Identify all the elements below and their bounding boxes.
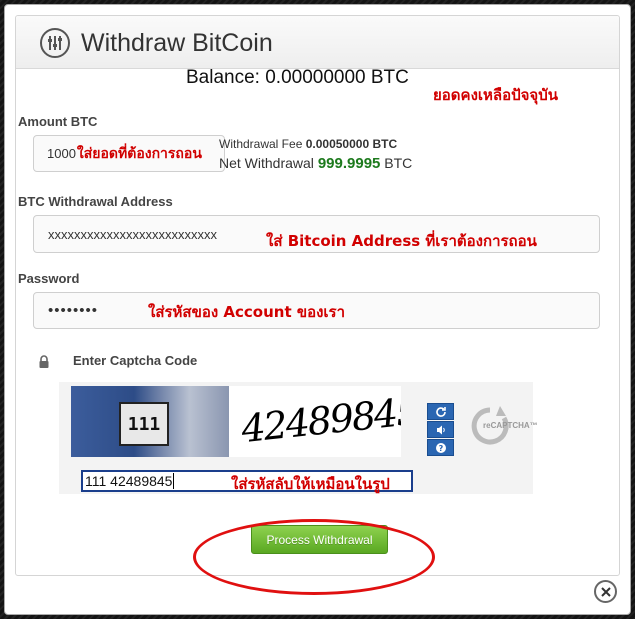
balance-text: Balance: 0.00000000 BTC bbox=[186, 67, 409, 88]
password-value: •••••••• bbox=[48, 302, 99, 319]
captcha-image: 111 42489845 bbox=[71, 386, 401, 457]
captcha-input-value: 111 42489845 bbox=[85, 473, 173, 489]
withdrawal-fee: Withdrawal Fee 0.00050000 BTC bbox=[219, 137, 397, 151]
text-cursor bbox=[173, 473, 175, 489]
dialog-title: Withdraw BitCoin bbox=[81, 29, 273, 57]
net-label: Net Withdrawal bbox=[219, 155, 314, 171]
recaptcha-logo: reCAPTCHA™ bbox=[470, 404, 548, 446]
amount-value: 1000 bbox=[47, 146, 76, 161]
dialog-header: Withdraw BitCoin bbox=[16, 16, 619, 69]
amount-input[interactable]: 1000 ใส่ยอดที่ต้องการถอน bbox=[33, 135, 225, 172]
fee-value: 0.00050000 BTC bbox=[305, 137, 398, 151]
password-label: Password bbox=[18, 271, 80, 286]
address-value: xxxxxxxxxxxxxxxxxxxxxxxxxx bbox=[48, 226, 217, 242]
address-note: ใส่ Bitcoin Address ที่เราต้องการถอน bbox=[266, 232, 537, 250]
process-withdrawal-button[interactable]: Process Withdrawal bbox=[251, 525, 388, 554]
amount-label: Amount BTC bbox=[18, 114, 98, 129]
amount-note: ใส่ยอดที่ต้องการถอน bbox=[76, 145, 202, 162]
recaptcha-text: reCAPTCHA™ bbox=[483, 421, 538, 430]
close-icon[interactable] bbox=[594, 580, 617, 603]
fee-label: Withdrawal Fee bbox=[219, 137, 303, 151]
help-icon[interactable]: ? bbox=[427, 439, 454, 456]
captcha-word: 42489845 bbox=[239, 388, 401, 452]
sliders-icon bbox=[40, 28, 70, 58]
net-unit: BTC bbox=[384, 155, 413, 171]
password-note: ใส่รหัสของ Account ของเรา bbox=[148, 303, 346, 321]
lock-icon bbox=[38, 355, 50, 369]
captcha-note: ใส่รหัสลับให้เหมือนในรูป bbox=[231, 475, 390, 493]
net-value: 999.9995 bbox=[317, 155, 381, 172]
net-withdrawal: Net Withdrawal 999.9995 BTC bbox=[219, 155, 412, 172]
captcha-photo: 111 bbox=[71, 386, 229, 457]
captcha-number: 111 bbox=[119, 402, 169, 446]
svg-text:?: ? bbox=[438, 444, 443, 453]
refresh-icon[interactable] bbox=[427, 403, 454, 420]
captcha-label: Enter Captcha Code bbox=[73, 353, 198, 368]
address-label: BTC Withdrawal Address bbox=[18, 194, 173, 209]
speaker-icon[interactable] bbox=[427, 421, 454, 438]
balance-note: ยอดคงเหลือปัจจุบัน bbox=[433, 86, 558, 104]
